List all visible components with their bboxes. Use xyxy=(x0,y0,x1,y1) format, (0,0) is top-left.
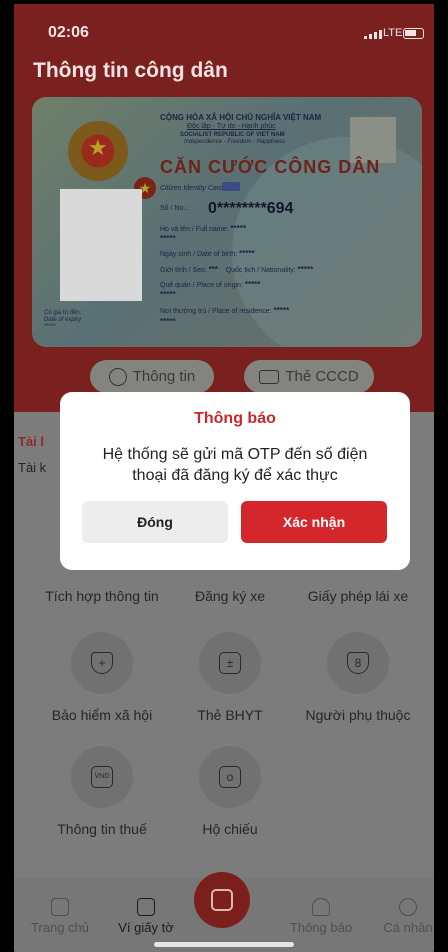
phone-screen: 02:06 LTE Thông tin công dân ★ CỘNG HÒA … xyxy=(14,4,434,952)
user-circle-icon xyxy=(108,367,127,386)
card-subtitle: Citizen Identity Card xyxy=(160,185,224,192)
service-label: Giấy phép lái xe xyxy=(307,588,409,604)
signal-icon xyxy=(364,30,382,39)
tab-cccd[interactable]: Thẻ CCCD xyxy=(244,360,374,393)
nav-wallet-label: Ví giấy tờ xyxy=(118,920,174,935)
network-label: LTE xyxy=(383,27,403,39)
nationality-value: ***** xyxy=(297,265,314,274)
nav-home[interactable]: Trang chủ xyxy=(18,898,102,935)
nav-wallet[interactable]: Ví giấy tờ xyxy=(104,898,188,935)
service-dependents[interactable]: 8 Người phụ thuộc xyxy=(288,632,428,723)
residence-value: ***** xyxy=(273,306,290,315)
sex-value: *** xyxy=(208,265,218,274)
expiry-label-en: Date of expiry xyxy=(44,317,82,323)
service-tax-info[interactable]: VND Thông tin thuế xyxy=(32,746,172,837)
tab-cccd-label: Thẻ CCCD xyxy=(285,368,359,385)
service-label: Người phụ thuộc xyxy=(305,707,411,723)
scan-icon xyxy=(211,889,233,911)
otp-dialog: Thông báo Hệ thống sẽ gửi mã OTP đến số … xyxy=(60,392,410,570)
service-integrate-info[interactable]: Tích hợp thông tin xyxy=(32,588,172,604)
residence-label: Nơi thường trú / Place of residence: xyxy=(160,308,272,315)
service-vehicle-registration[interactable]: Đăng ký xe xyxy=(160,588,300,604)
national-emblem-icon: ★ xyxy=(68,121,128,181)
dob-label: Ngày sinh / Date of birth: xyxy=(160,251,238,258)
home-indicator xyxy=(154,942,294,947)
nav-notifications[interactable]: Thông báo xyxy=(279,898,363,935)
name-value-2: ***** xyxy=(160,234,176,243)
card-title: CĂN CƯỚC CÔNG DÂN xyxy=(160,157,381,177)
service-driver-license[interactable]: Giấy phép lái xe xyxy=(288,588,428,604)
service-label: Thông tin thuế xyxy=(57,821,147,837)
name-value: ***** xyxy=(230,224,247,233)
battery-icon xyxy=(403,28,424,39)
chip-icon xyxy=(222,182,240,191)
expiry-block: Có giá trị đến: Date of expiry ***** xyxy=(44,310,81,331)
card-header-1: CỘNG HÒA XÃ HỘI CHỦ NGHĨA VIỆT NAM xyxy=(160,113,322,122)
expiry-label: Có giá trị đến: xyxy=(44,310,82,316)
name-label: Họ và tên / Full name: xyxy=(160,226,229,233)
nav-home-label: Trang chủ xyxy=(30,920,90,935)
origin-value-2: ***** xyxy=(160,290,176,299)
section-title: Tài l xyxy=(18,434,45,449)
dialog-title: Thông báo xyxy=(194,410,276,427)
card-header-3: SOCIALIST REPUBLIC OF VIET NAM xyxy=(180,132,285,138)
nationality-label: Quốc tịch / Nationality: xyxy=(225,267,296,274)
nav-profile-label: Cá nhân xyxy=(383,920,433,935)
service-passport[interactable]: o Hộ chiếu xyxy=(160,746,300,837)
passport-icon: o xyxy=(199,746,261,808)
residence-value-2: ***** xyxy=(160,317,176,326)
dob-value: ***** xyxy=(239,249,255,258)
close-button[interactable]: Đóng xyxy=(82,501,228,543)
user-icon xyxy=(399,898,417,916)
health-card-icon: ± xyxy=(199,632,261,694)
dependents-icon: 8 xyxy=(327,632,389,694)
status-time: 02:06 xyxy=(48,24,89,41)
scan-button[interactable] xyxy=(194,872,250,928)
home-icon xyxy=(51,898,69,916)
origin-value: ***** xyxy=(244,280,261,289)
bell-icon xyxy=(312,898,330,916)
id-label: Số / No.: xyxy=(160,205,188,212)
citizen-id-card[interactable]: ★ CỘNG HÒA XÃ HỘI CHỦ NGHĨA VIỆT NAM Độc… xyxy=(32,97,422,347)
tab-info-label: Thông tin xyxy=(132,368,196,385)
service-social-insurance[interactable]: + Bảo hiểm xã hội xyxy=(32,632,172,723)
confirm-button[interactable]: Xác nhận xyxy=(241,501,387,543)
expiry-value: ***** xyxy=(44,324,56,330)
service-label: Thẻ BHYT xyxy=(197,707,263,723)
service-label: Bảo hiểm xã hội xyxy=(51,707,153,723)
service-label: Đăng ký xe xyxy=(194,588,266,604)
service-label: Tích hợp thông tin xyxy=(45,588,159,604)
card-header-2: Độc lập - Tự do - Hạnh phúc xyxy=(187,123,276,130)
nav-profile[interactable]: Cá nhân xyxy=(366,898,434,935)
origin-label: Quê quán / Place of origin: xyxy=(160,282,243,289)
tab-info[interactable]: Thông tin xyxy=(90,360,214,393)
page-title: Thông tin công dân xyxy=(33,59,228,82)
service-label: Hộ chiếu xyxy=(202,821,258,837)
nav-notify-label: Thông báo xyxy=(289,920,353,935)
service-health-insurance[interactable]: ± Thẻ BHYT xyxy=(160,632,300,723)
status-bar: 02:06 LTE xyxy=(14,20,434,44)
card-header-4: Independence - Freedom - Happiness xyxy=(184,139,286,145)
dialog-message: Hệ thống sẽ gửi mã OTP đến số điện thoại… xyxy=(102,446,368,484)
header: 02:06 LTE Thông tin công dân ★ CỘNG HÒA … xyxy=(14,4,434,412)
id-number: 0********694 xyxy=(208,200,294,217)
section-subtitle: Tài k xyxy=(18,460,47,475)
social-insurance-icon: + xyxy=(71,632,133,694)
sex-label: Giới tính / Sex: xyxy=(160,267,207,274)
tax-money-icon: VND xyxy=(71,746,133,808)
portrait-photo xyxy=(60,189,142,301)
wallet-icon xyxy=(137,898,155,916)
id-card-icon xyxy=(259,369,280,384)
